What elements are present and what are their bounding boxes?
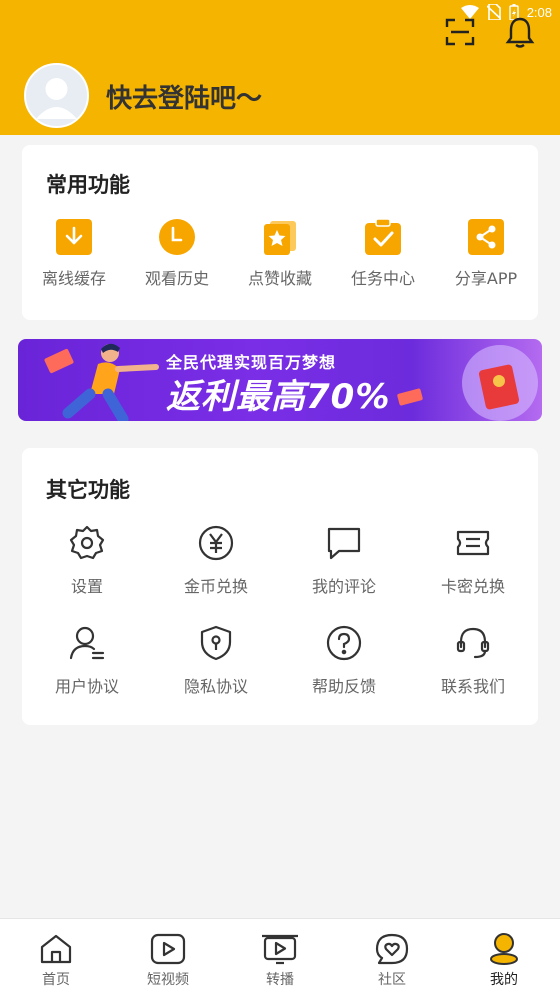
item-label: 任务中心 (350, 269, 415, 288)
gear-icon (67, 523, 107, 563)
my-comments-item[interactable]: 我的评论 (294, 523, 394, 597)
short-video-icon (150, 933, 186, 965)
item-label: 用户协议 (54, 677, 119, 696)
common-functions-card: 常用功能 离线缓存 观看历史 点赞收藏 任务中心 分享APP (22, 145, 538, 320)
scan-icon (445, 18, 475, 46)
notification-button[interactable] (502, 14, 538, 50)
share-app-item[interactable]: 分享APP (436, 219, 536, 289)
item-label: 隐私协议 (183, 677, 248, 696)
home-icon (40, 934, 72, 964)
privacy-agreement-item[interactable]: 隐私协议 (166, 623, 266, 697)
item-label: 帮助反馈 (311, 677, 376, 696)
item-label: 金币兑换 (183, 577, 248, 596)
bottom-tab-bar: 首页 短视频 转播 社区 我的 (0, 918, 560, 997)
coin-exchange-item[interactable]: 金币兑换 (166, 523, 266, 597)
user-agreement-item[interactable]: 用户协议 (37, 623, 137, 697)
contact-us-item[interactable]: 联系我们 (423, 623, 523, 697)
download-icon (56, 219, 92, 255)
tab-community[interactable]: 社区 (342, 933, 442, 989)
bell-icon (505, 17, 535, 48)
offline-cache-item[interactable]: 离线缓存 (24, 219, 124, 289)
item-label: 点赞收藏 (247, 269, 312, 288)
share-icon (468, 219, 504, 255)
favorites-item[interactable]: 点赞收藏 (230, 219, 330, 289)
avatar[interactable] (24, 63, 89, 128)
banner-rebate-text: 返利最高70% (166, 377, 391, 417)
tab-broadcast[interactable]: 转播 (230, 933, 330, 989)
red-packet-icon (462, 345, 538, 421)
tab-label: 我的 (490, 972, 518, 988)
item-label: 离线缓存 (41, 269, 106, 288)
default-avatar-icon (36, 78, 77, 119)
tab-label: 社区 (378, 972, 406, 988)
comment-icon (324, 523, 364, 563)
coupon-icon (397, 388, 423, 406)
other-functions-card: 其它功能 设置 金币兑换 我的评论 卡密兑换 用户协议 隐私协议 帮助反馈 联系… (22, 448, 538, 725)
clock-icon (159, 219, 195, 255)
login-prompt[interactable]: 快去登陆吧～ (106, 78, 262, 115)
item-label: 观看历史 (144, 269, 209, 288)
profile-header: 2:08 快去登陆吧～ (0, 0, 560, 135)
watch-history-item[interactable]: 观看历史 (127, 219, 227, 289)
star-icon (262, 219, 298, 255)
checklist-icon (365, 219, 401, 255)
tab-label: 转播 (266, 972, 294, 988)
task-center-item[interactable]: 任务中心 (333, 219, 433, 289)
settings-item[interactable]: 设置 (37, 523, 137, 597)
tab-home[interactable]: 首页 (6, 933, 106, 989)
broadcast-icon (262, 934, 298, 965)
tab-label: 短视频 (147, 972, 189, 988)
tab-profile[interactable]: 我的 (454, 933, 554, 989)
tab-label: 首页 (42, 972, 70, 988)
tab-short-video[interactable]: 短视频 (118, 933, 218, 989)
profile-icon (490, 933, 518, 965)
agent-promo-banner[interactable]: 全民代理实现百万梦想 返利最高70% (18, 339, 542, 421)
item-label: 设置 (70, 577, 103, 596)
scan-button[interactable] (442, 14, 478, 50)
help-feedback-item[interactable]: 帮助反馈 (294, 623, 394, 697)
item-label: 我的评论 (311, 577, 376, 596)
item-label: 分享APP (454, 269, 518, 288)
yen-coin-icon (196, 523, 236, 563)
section-title: 其它功能 (46, 478, 130, 502)
headset-icon (453, 623, 493, 663)
ticket-icon (453, 523, 493, 563)
runner-illustration (44, 343, 159, 421)
user-agreement-icon (67, 623, 107, 663)
item-label: 卡密兑换 (440, 577, 505, 596)
community-icon (375, 933, 409, 965)
item-label: 联系我们 (440, 677, 505, 696)
card-code-exchange-item[interactable]: 卡密兑换 (423, 523, 523, 597)
section-title: 常用功能 (46, 173, 130, 197)
help-icon (324, 623, 364, 663)
privacy-shield-icon (196, 623, 236, 663)
